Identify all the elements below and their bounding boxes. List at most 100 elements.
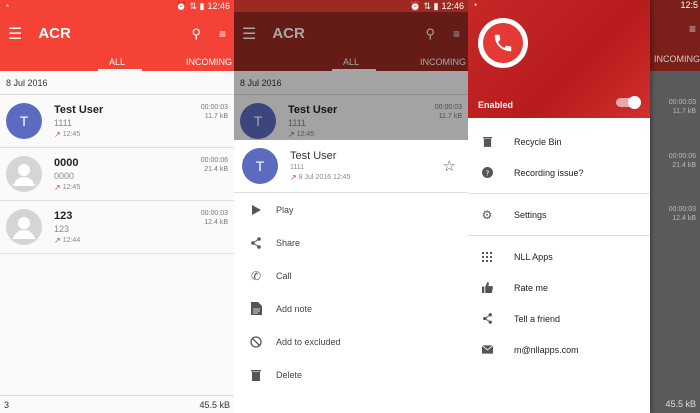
action-label: Call [276,270,292,281]
drawer-item-label: Recording issue? [514,167,584,178]
outgoing-call-icon: ↗ [290,173,297,182]
record-time: 12:45 [62,183,81,191]
action-label: Share [276,237,301,248]
avatar: T [242,148,278,184]
drawer-item-label: m@nllapps.com [514,344,579,355]
record-datetime: 8 Jul 2016 12:45 [298,174,351,181]
file-size: 21.4 kB [672,162,696,169]
enabled-toggle[interactable] [616,96,641,109]
app-logo [478,18,528,68]
menu-icon[interactable]: ☰ [8,24,22,44]
action-share[interactable]: Share [234,226,468,259]
tab-incoming[interactable]: INCOMING [186,57,232,67]
divider [468,193,650,194]
note-icon [248,301,264,317]
duration: 00:00:06 [668,153,696,160]
status-time: 12:46 [441,1,464,11]
avatar-placeholder-icon [6,209,42,245]
recording-row[interactable]: 123 123 ↗ 12:44 00:00:03 12.4 kB [0,201,234,254]
action-label: Play [276,204,294,215]
duration: 00:00:03 [668,99,696,106]
action-add-to-excluded[interactable]: Add to excluded [234,325,468,358]
duration: 00:00:06 [200,157,228,164]
drawer-item-rate-me[interactable]: Rate me [468,272,650,303]
recordings-screen: ◔ ⏰ ⇅ ▮ 12:46 ☰ ACR ⚲ ≡ ALL INCOMING 8 J… [0,0,234,413]
navigation-drawer: ◔ Enabled Recycle Bin ? Recording issue? [468,0,650,413]
drawer-item-label: NLL Apps [514,251,553,262]
avatar-placeholder-icon [6,156,42,192]
action-delete[interactable]: Delete [234,358,468,391]
action-label: Add to excluded [276,336,341,347]
date-header: 8 Jul 2016 [0,71,234,95]
avatar: T [6,103,42,139]
gear-icon: ⚙ [481,207,493,222]
outgoing-call-icon: ↗ [54,129,61,139]
phone-icon: ✆ [250,268,262,283]
thumbs-up-icon [480,281,494,295]
duration: 00:00:03 [668,206,696,213]
divider [468,235,650,236]
filter-icon: ≡ [688,22,696,36]
contact-number: 1111 [290,164,305,171]
search-icon[interactable]: ⚲ [191,26,201,42]
recording-row[interactable]: 0000 0000 ↗ 12:45 00:00:06 21.4 kB [0,148,234,201]
app-header: ◔ ⏰ ⇅ ▮ 12:46 ☰ ACR ⚲ ≡ ALL INCOMING [0,0,234,71]
total-size: 45.5 kB [199,399,230,410]
status-time: 12:46 [207,1,230,11]
toolbar-dimmed: ≡ INCOMING [650,12,700,71]
apps-grid-icon [480,250,494,264]
outgoing-call-icon: ↗ [54,182,61,192]
share-icon [248,235,264,251]
dimmed-content[interactable]: 12:5 ≡ INCOMING 00:00:03 11.7 kB 00:00:0… [650,0,700,413]
app-title: ACR [38,25,71,42]
status-bar: ⏰ ⇅ ▮ 12:46 [234,0,468,12]
status-bar: ◔ ⏰ ⇅ ▮ 12:46 [0,0,234,12]
action-call[interactable]: ✆ Call [234,259,468,292]
status-icons: ⏰ ⇅ ▮ [175,0,205,11]
sheet-header: T Test User 1111 ↗ 8 Jul 2016 12:45 ☆ [234,140,468,193]
drawer-item-label: Settings [514,209,547,220]
toggle-knob [628,96,641,109]
tab-indicator [98,69,142,71]
action-label: Delete [276,369,303,380]
drawer-header: ◔ Enabled [468,0,650,118]
toolbar: ☰ ACR ⚲ ≡ [0,12,234,55]
status-time: 12:5 [680,0,698,10]
filter-icon[interactable]: ≡ [219,27,226,41]
file-size: 11.7 kB [672,108,696,115]
total-size: 45.5 kB [665,399,696,409]
drawer-item-tell-a-friend[interactable]: Tell a friend [468,303,650,334]
tab-all[interactable]: ALL [109,57,125,67]
drawer-item-label: Rate me [514,282,549,293]
duration: 00:00:03 [200,210,228,217]
duration: 00:00:03 [200,104,228,111]
notification-icon: ◔ [4,1,10,11]
record-time: 12:44 [62,236,81,244]
block-icon [248,334,264,350]
record-time: 12:45 [62,130,81,138]
svg-text:?: ? [485,168,489,177]
file-size: 11.7 kB [204,113,228,120]
recording-row[interactable]: T Test User 1111 ↗ 12:45 00:00:03 11.7 kB [0,95,234,148]
drawer-item-settings[interactable]: ⚙ Settings [468,199,650,230]
file-size: 12.4 kB [204,219,228,226]
action-play[interactable]: Play [234,193,468,226]
screenshot-stage: ◔ ⏰ ⇅ ▮ 12:46 ☰ ACR ⚲ ≡ ALL INCOMING 8 J… [0,0,700,413]
mail-icon [480,343,494,357]
drawer-item-nll-apps[interactable]: NLL Apps [468,241,650,272]
notification-icon: ◔ [472,0,478,10]
trash-icon [480,135,494,149]
help-icon: ? [480,166,494,180]
drawer-item-recording-issue[interactable]: ? Recording issue? [468,157,650,188]
navigation-drawer-screen: 12:5 ≡ INCOMING 00:00:03 11.7 kB 00:00:0… [468,0,700,413]
contact-name: Test User [290,150,337,162]
drawer-item-email[interactable]: m@nllapps.com [468,334,650,365]
star-icon[interactable]: ☆ [443,157,456,175]
recording-count: 3 [4,399,10,410]
footer-bar: 3 45.5 kB [0,395,234,413]
play-icon [248,202,264,218]
tab-incoming: INCOMING [654,54,700,64]
drawer-item-recycle-bin[interactable]: Recycle Bin [468,126,650,157]
tab-bar: ALL INCOMING [0,55,234,71]
action-add-note[interactable]: Add note [234,292,468,325]
